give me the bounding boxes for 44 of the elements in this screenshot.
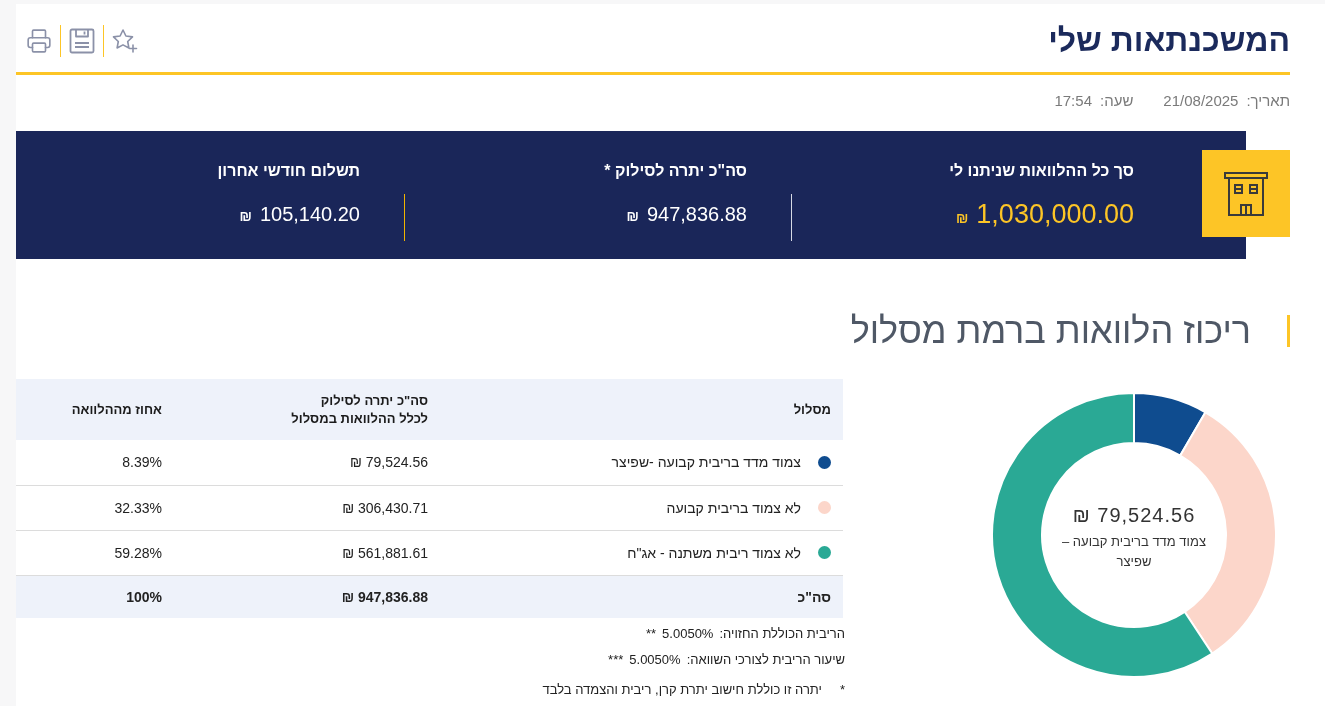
stat-label: סה"כ יתרה לסילוק * xyxy=(604,161,747,181)
date-label: תאריך: xyxy=(1246,91,1290,111)
stat-label: תשלום חודשי אחרון xyxy=(217,161,360,181)
printer-icon xyxy=(26,28,52,54)
section-title: ריכוז הלוואות ברמת מסלול xyxy=(850,310,1251,352)
time-value: 17:54 xyxy=(1054,91,1092,111)
time-label: שעה: xyxy=(1100,91,1134,111)
table-cell: 8.39% xyxy=(16,440,174,485)
table-cell: 59.28% xyxy=(16,530,174,575)
column-header: מסלול xyxy=(440,379,843,440)
stat-value: 105,140.20 xyxy=(259,202,360,227)
stat-value: 947,836.88 xyxy=(646,202,747,227)
currency-symbol: ₪ xyxy=(955,210,969,226)
footnote-text: יתרה זו כוללת חישוב יתרת קרן, ריבית והצמדה בלבד xyxy=(542,681,822,699)
table-cell: 32.33% xyxy=(16,485,174,530)
note-mark: *** xyxy=(608,651,624,669)
currency-symbol: ₪ xyxy=(626,208,639,224)
column-header: סה"כ יתרה לסילוק לכלל ההלוואות במסלול xyxy=(174,379,440,440)
column-header: אחוז מההלוואה xyxy=(16,379,174,440)
donut-slice xyxy=(1133,392,1207,457)
date-value: 21/08/2025 xyxy=(1163,91,1239,111)
chart-center-label: צמוד מדד בריבית קבועה – שפיצר xyxy=(1061,533,1207,571)
note-label: שיעור הריבית לצורכי השוואה: xyxy=(686,651,845,669)
route-name: לא צמוד בריבית קבועה xyxy=(666,499,801,516)
stat-label: סך כל ההלוואות שניתנו לי xyxy=(949,161,1134,181)
note-label: הריבית הכוללת החזויה: xyxy=(719,625,845,643)
note-value: 5.0050% xyxy=(662,625,714,643)
route-name: לא צמוד ריבית משתנה - אג"ח xyxy=(627,544,801,561)
table-cell: 947,836.88 ₪ xyxy=(174,575,440,618)
currency-symbol: ₪ xyxy=(239,208,252,224)
chart-center-value: 79,524.56 ₪ xyxy=(1072,503,1196,528)
note-value: 5.0050% xyxy=(629,651,681,669)
route-name: צמוד מדד בריבית קבועה -שפיצר xyxy=(611,454,801,471)
stat-value: 1,030,000.00 xyxy=(976,198,1134,231)
table-cell: 561,881.61 ₪ xyxy=(174,530,440,575)
table-cell: 306,430.71 ₪ xyxy=(174,485,440,530)
table-cell: 79,524.56 ₪ xyxy=(174,440,440,485)
footnote-mark: * xyxy=(839,681,845,699)
donut-slice xyxy=(991,392,1214,678)
table-cell: 100% xyxy=(16,575,174,618)
page-title: המשכנתאות שלי xyxy=(1048,21,1290,59)
table-cell: סה"כ xyxy=(440,575,843,618)
note-mark: ** xyxy=(646,625,657,643)
star-plus-icon xyxy=(112,28,138,54)
